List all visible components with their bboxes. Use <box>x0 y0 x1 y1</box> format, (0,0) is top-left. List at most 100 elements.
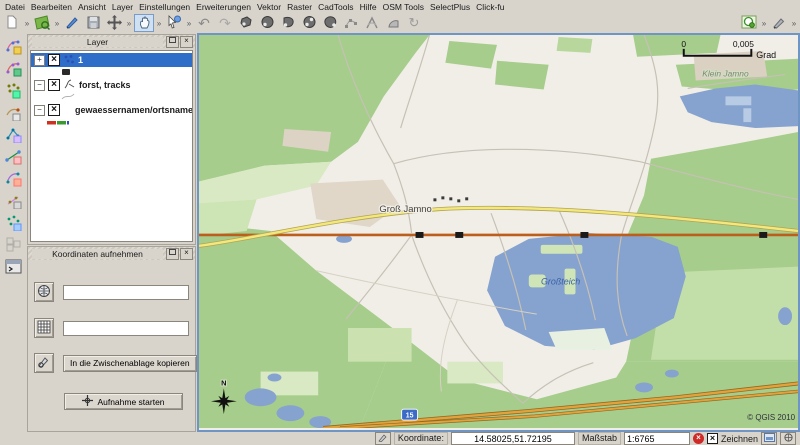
panel-float-button[interactable] <box>166 248 179 260</box>
digitize-tool-icon[interactable] <box>4 103 22 121</box>
layer-panel: Layer × + × 1 − × <box>27 34 196 245</box>
qgis-window: Datei Bearbeiten Ansicht Layer Einstellu… <box>0 0 800 445</box>
expander-icon[interactable]: + <box>34 55 45 66</box>
menu-selectplus[interactable]: SelectPlus <box>427 1 473 13</box>
toolbar-overflow-1[interactable]: » <box>23 19 31 28</box>
undo-button[interactable]: ↶ <box>194 14 214 32</box>
digitize-tool-icon[interactable] <box>4 81 22 99</box>
digitize-tool-icon[interactable] <box>4 191 22 209</box>
layer-checkbox[interactable]: × <box>48 79 60 91</box>
crosshair-icon <box>82 395 93 408</box>
cadtools-button-2[interactable] <box>257 14 277 32</box>
start-capture-button[interactable]: Aufnahme starten <box>64 393 183 410</box>
track-mouse-button[interactable] <box>34 353 54 373</box>
pencil-gray-icon <box>772 16 786 31</box>
menu-osm-tools[interactable]: OSM Tools <box>380 1 427 13</box>
expander-icon[interactable]: − <box>34 105 45 116</box>
toolbar-overflow-2[interactable]: » <box>53 19 61 28</box>
panel-close-button[interactable]: × <box>180 36 193 48</box>
render-checkbox-label: Zeichnen <box>721 434 758 444</box>
osm-download-button[interactable] <box>739 14 759 32</box>
angle-tool-button[interactable] <box>362 14 382 32</box>
digitize-tool-icon[interactable] <box>4 59 22 77</box>
crs-coordinate-input[interactable] <box>63 285 189 300</box>
coordinate-input[interactable] <box>451 432 575 445</box>
menu-click-fu[interactable]: Click-fu <box>473 1 507 13</box>
layer-row-1[interactable]: + × 1 <box>31 53 192 67</box>
float-icon <box>169 249 176 255</box>
canvas-coordinate-input[interactable] <box>63 321 189 336</box>
menu-raster[interactable]: Raster <box>284 1 315 13</box>
osm-edit-button[interactable] <box>769 14 789 32</box>
toolbar-overflow-7[interactable]: » <box>790 19 798 28</box>
pan-map-button[interactable] <box>104 14 124 32</box>
digitize-tool-icon[interactable] <box>4 213 22 231</box>
layer-symbol-row[interactable] <box>31 67 192 78</box>
cadtools-button-5[interactable] <box>320 14 340 32</box>
grossteich-label: Großteich <box>541 276 580 286</box>
pencil-blue-icon <box>65 15 79 31</box>
pan-hand-button-active[interactable] <box>134 14 154 32</box>
redo-button[interactable]: ↷ <box>215 14 235 32</box>
menu-cadtools[interactable]: CadTools <box>315 1 356 13</box>
toolbar-overflow-6[interactable]: » <box>760 19 768 28</box>
identify-cursor-icon <box>167 15 181 31</box>
digitize-tool-icon[interactable] <box>4 169 22 187</box>
arc-tool-button[interactable] <box>383 14 403 32</box>
panel-close-button[interactable]: × <box>180 248 193 260</box>
toolbar-overflow-4[interactable]: » <box>155 19 163 28</box>
new-project-button[interactable] <box>2 14 22 32</box>
digitize-tool-icon[interactable] <box>4 125 22 143</box>
layer-row-3[interactable]: − × gewaessernamen/ortsnamen... <box>31 103 192 117</box>
menu-ansicht[interactable]: Ansicht <box>75 1 109 13</box>
identify-button[interactable] <box>164 14 184 32</box>
digitize-tool-icon[interactable] <box>4 147 22 165</box>
render-checkbox[interactable]: × <box>707 433 718 444</box>
menu-datei[interactable]: Datei <box>2 1 28 13</box>
float-icon <box>169 37 176 43</box>
edit-button[interactable] <box>62 14 82 32</box>
add-vector-layer-button[interactable] <box>32 14 52 32</box>
menu-layer[interactable]: Layer <box>109 1 136 13</box>
menu-bearbeiten[interactable]: Bearbeiten <box>28 1 75 13</box>
cadtools-button-1[interactable] <box>236 14 256 32</box>
node-tool-button[interactable] <box>341 14 361 32</box>
osm-map-icon <box>741 15 757 31</box>
canvas-crs-button[interactable] <box>34 318 54 338</box>
layer-symbol-row[interactable] <box>31 92 192 103</box>
toolbar-overflow-5[interactable]: » <box>185 19 193 28</box>
cadtools-button-3[interactable] <box>278 14 298 32</box>
layer-tree[interactable]: + × 1 − × forst, tracks <box>30 50 193 242</box>
layer-symbol-row[interactable] <box>31 117 192 128</box>
globe-crs-icon <box>37 284 51 301</box>
panel-float-button[interactable] <box>166 36 179 48</box>
copy-to-clipboard-button[interactable]: In die Zwischenablage kopieren <box>63 355 197 372</box>
map-canvas[interactable]: 15 Groß Jamno Klein Jamno Großteich 0 0,… <box>197 33 800 432</box>
select-crs-button[interactable] <box>34 282 54 302</box>
digitize-tool-icon[interactable] <box>4 37 22 55</box>
menu-erweiterungen[interactable]: Erweiterungen <box>193 1 254 13</box>
crs-status-button[interactable] <box>780 432 796 445</box>
menu-bar: Datei Bearbeiten Ansicht Layer Einstellu… <box>0 0 800 13</box>
menu-vektor[interactable]: Vektor <box>254 1 284 13</box>
stop-render-button[interactable]: × <box>693 433 704 444</box>
log-messages-button[interactable] <box>761 432 777 445</box>
crs-coordinate-row <box>34 282 189 302</box>
layer-checkbox[interactable]: × <box>48 54 60 66</box>
save-button[interactable] <box>83 14 103 32</box>
menu-einstellungen[interactable]: Einstellungen <box>136 1 193 13</box>
layer-panel-titlebar: Layer × <box>28 35 195 48</box>
toolbar-overflow-3[interactable]: » <box>125 19 133 28</box>
python-console-icon[interactable] <box>4 257 22 275</box>
map-copyright: © QGIS 2010 <box>747 413 795 422</box>
scale-input[interactable] <box>624 432 690 445</box>
menu-hilfe[interactable]: Hilfe <box>357 1 380 13</box>
layer-checkbox[interactable]: × <box>48 104 60 116</box>
cadtools-button-4[interactable] <box>299 14 319 32</box>
layer-row-2[interactable]: − × forst, tracks <box>31 78 192 92</box>
rotate-tool-button[interactable]: ↻ <box>404 14 424 32</box>
expander-icon[interactable]: − <box>34 80 45 91</box>
grid-tool-icon[interactable] <box>4 235 22 253</box>
layer-label: gewaessernamen/ortsnamen... <box>75 105 192 115</box>
capture-extent-button[interactable] <box>375 432 391 445</box>
